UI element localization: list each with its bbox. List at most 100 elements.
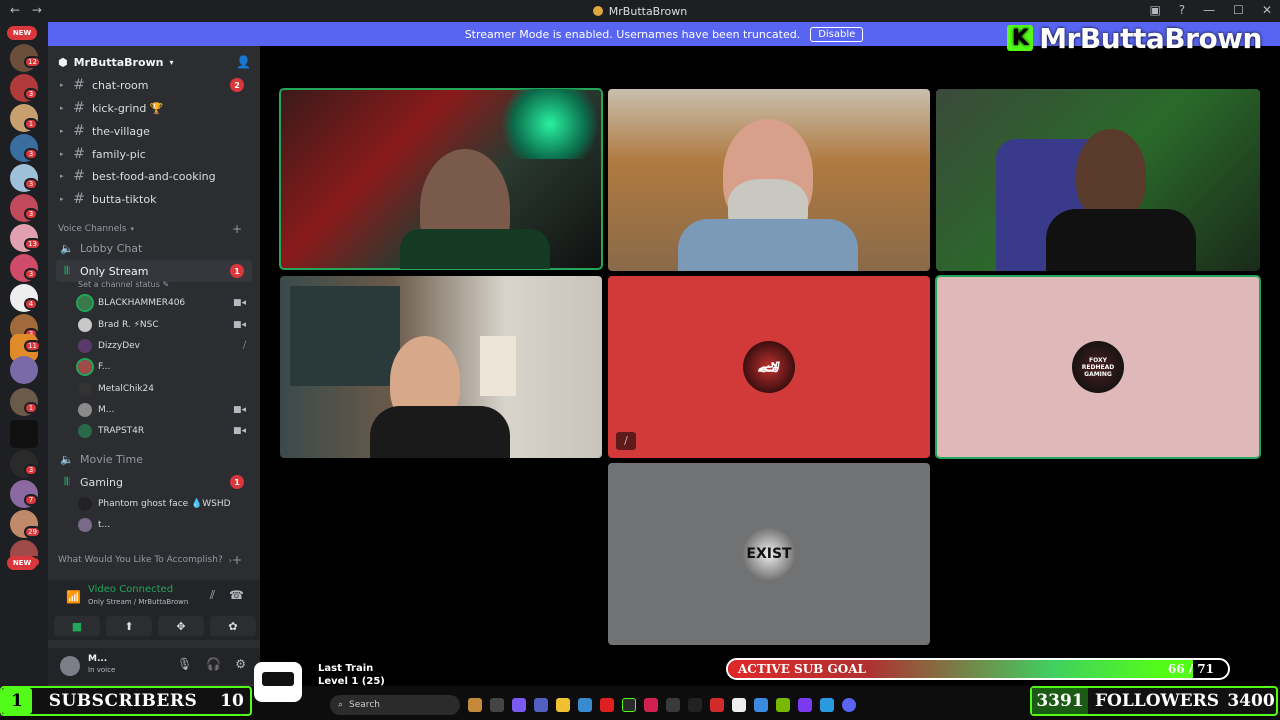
member-name: DizzyDev <box>98 341 140 351</box>
activities-button[interactable]: ✥ <box>158 616 204 636</box>
channel-family-pic[interactable]: ▸ # family-pic <box>56 143 252 165</box>
hash-icon: # <box>73 191 85 207</box>
taskbar-app-icon[interactable] <box>556 698 570 712</box>
taskbar-search[interactable]: ⌕ Search <box>330 695 460 715</box>
channel-status[interactable]: Set a channel status ✎ <box>78 280 169 289</box>
camera-button[interactable]: ■ <box>54 616 100 636</box>
channel-best-food-and-cooking[interactable]: ▸ # best-food-and-cooking <box>56 165 252 187</box>
voice-channel-only-stream[interactable]: 𝄃𝄃 Only Stream 1 <box>56 260 252 282</box>
taskbar-app-icon[interactable] <box>578 698 592 712</box>
voice-channel-lobby-chat[interactable]: 🔈 Lobby Chat <box>56 237 252 259</box>
gear-icon[interactable]: ⚙ <box>235 657 246 671</box>
screen-share-button[interactable]: ⬆ <box>106 616 152 636</box>
voice-panel-actions: ⫽ ☎ <box>210 588 244 603</box>
kick-server-icon[interactable] <box>10 420 38 448</box>
taskbar-app-icon[interactable] <box>820 698 834 712</box>
user-controls: 🎙 🎧 ⚙ <box>177 657 246 671</box>
voice-member[interactable]: MetalChik24 <box>78 379 252 399</box>
microphone-icon[interactable]: 🎙 <box>177 657 192 671</box>
add-channel-icon[interactable]: + <box>232 553 242 567</box>
title-bar: ← → MrButtaBrown ▣ ? — ☐ ✕ <box>0 0 1280 22</box>
add-member-icon[interactable]: 👤 <box>236 55 251 69</box>
video-tile[interactable]: FOXY REDHEAD GAMING <box>935 275 1261 459</box>
voice-channel-label: Gaming <box>80 475 123 489</box>
voice-active-icon: 𝄃𝄃 <box>64 475 70 488</box>
avatar <box>78 424 92 438</box>
taskbar-app-icon[interactable] <box>842 698 856 712</box>
voice-member[interactable]: BLACKHAMMER406 ■◂ <box>76 293 252 313</box>
avatar: FOXY REDHEAD GAMING <box>1072 341 1124 393</box>
category-header[interactable]: What Would You Like To Accomplish? › + <box>58 552 250 568</box>
video-tile[interactable] <box>936 89 1260 271</box>
add-channel-icon[interactable]: + <box>232 222 242 236</box>
avatar <box>78 318 92 332</box>
channel-kick-grind[interactable]: ▸ # kick-grind 🏆 <box>56 97 252 119</box>
minimize-button[interactable]: — <box>1203 3 1215 17</box>
video-tile[interactable]: 🏎 ⧸ <box>608 276 930 458</box>
taskbar-app-icon[interactable] <box>798 698 812 712</box>
disconnect-icon[interactable]: ☎ <box>229 588 244 603</box>
forward-arrow-icon[interactable]: → <box>32 3 42 17</box>
taskbar-app-icon[interactable] <box>710 698 724 712</box>
taskbar-app-icon[interactable] <box>776 698 790 712</box>
sub-goal-value: 66 / 71 <box>1167 662 1214 676</box>
channel-label: family-pic <box>92 147 146 161</box>
voice-member[interactable]: Phantom ghost face 💧WSHD <box>78 494 252 514</box>
disable-streamer-mode-button[interactable]: Disable <box>810 26 864 42</box>
voice-member[interactable]: t... <box>78 515 252 535</box>
followers-current: 3391 <box>1032 688 1088 714</box>
voice-member[interactable]: M... ■◂ <box>78 400 252 420</box>
member-name: BLACKHAMMER406 <box>98 298 186 308</box>
close-button[interactable]: ✕ <box>1262 3 1272 17</box>
voice-member[interactable]: Brad R. ⚡NSC ■◂ <box>78 315 252 335</box>
video-tile[interactable] <box>608 89 930 271</box>
inbox-icon[interactable]: ▣ <box>1149 3 1160 17</box>
taskbar-app-icon[interactable] <box>622 698 636 712</box>
channel-the-village[interactable]: ▸ # the-village <box>56 120 252 142</box>
car-logo-icon: 🏎 <box>757 356 781 378</box>
channel-chat-room[interactable]: ▸ # chat-room 2 <box>56 74 252 96</box>
taskbar-app-icon[interactable] <box>490 698 504 712</box>
poster <box>480 336 516 396</box>
video-tile[interactable] <box>280 276 602 458</box>
server-badge: 11 <box>24 340 41 352</box>
taskbar-app-icon[interactable] <box>512 698 526 712</box>
voice-channel-movie-time[interactable]: 🔈 Movie Time <box>56 448 252 470</box>
headphones-icon[interactable]: 🎧 <box>206 657 221 671</box>
voice-member[interactable]: F... <box>76 357 252 377</box>
avatar[interactable] <box>60 656 80 676</box>
taskbar-app-icon[interactable] <box>644 698 658 712</box>
avatar <box>78 497 92 511</box>
voice-category-header[interactable]: Voice Channels ▾ + <box>58 221 250 237</box>
neon-light <box>500 89 600 159</box>
server-icon[interactable] <box>10 356 38 384</box>
taskbar-app-icon[interactable] <box>600 698 614 712</box>
taskbar-app-icon[interactable] <box>534 698 548 712</box>
back-arrow-icon[interactable]: ← <box>10 3 20 17</box>
video-tile[interactable]: EXIST <box>608 463 930 645</box>
followers-counter: 3391 FOLLOWERS 3400 <box>1030 686 1278 716</box>
taskbar-app-icon[interactable] <box>732 698 746 712</box>
avatar <box>78 518 92 532</box>
voice-channel-gaming[interactable]: 𝄃𝄃 Gaming 1 <box>56 471 252 493</box>
video-tile[interactable] <box>279 88 603 270</box>
category-label: Voice Channels <box>58 224 127 234</box>
voice-member[interactable]: DizzyDev ⧸ <box>78 336 252 356</box>
taskbar-app-icon[interactable] <box>688 698 702 712</box>
user-panel: M... In voice 🎙 🎧 ⚙ <box>48 648 260 684</box>
voice-location[interactable]: Only Stream / MrButtaBrown <box>88 598 188 606</box>
voice-member[interactable]: TRAPST4R ■◂ <box>78 421 252 441</box>
member-name: M... <box>98 405 115 415</box>
member-name: t... <box>98 520 111 530</box>
video-camera-icon: ■◂ <box>232 426 246 436</box>
taskbar-app-icon[interactable] <box>468 698 482 712</box>
channel-label: best-food-and-cooking <box>92 169 216 183</box>
soundboard-button[interactable]: ✿ <box>210 616 256 636</box>
channel-butta-tiktok[interactable]: ▸ # butta-tiktok <box>56 188 252 210</box>
member-name: Phantom ghost face 💧WSHD <box>98 499 231 509</box>
help-icon[interactable]: ? <box>1179 3 1185 17</box>
maximize-button[interactable]: ☐ <box>1233 3 1244 17</box>
taskbar-app-icon[interactable] <box>666 698 680 712</box>
noise-suppression-icon[interactable]: ⫽ <box>210 588 215 603</box>
taskbar-app-icon[interactable] <box>754 698 768 712</box>
